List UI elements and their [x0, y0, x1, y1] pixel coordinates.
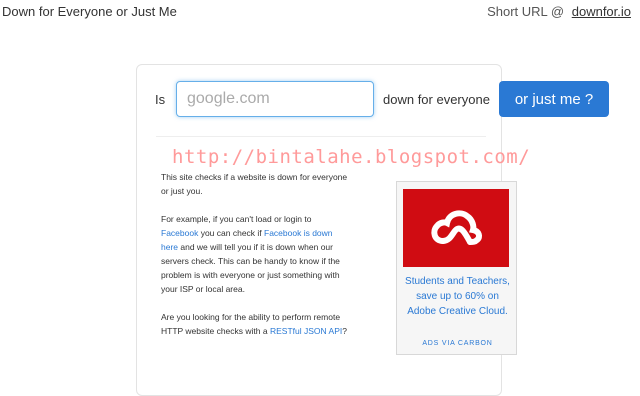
or-just-me-button[interactable]: or just me ?: [499, 81, 609, 117]
description-paragraph-3: Are you looking for the ability to perfo…: [161, 310, 349, 338]
is-label: Is: [155, 92, 166, 107]
divider: [156, 136, 486, 137]
p2-mid: you can check if: [198, 228, 265, 238]
facebook-link[interactable]: Facebook: [161, 228, 198, 238]
ad-credit[interactable]: ADS VIA CARBON: [397, 340, 518, 347]
p3-outro: ?: [342, 326, 347, 336]
adobe-creative-cloud-icon: [431, 210, 483, 245]
description-paragraph-2: For example, if you can't load or login …: [161, 212, 349, 296]
short-url-label: Short URL @: [487, 4, 565, 19]
site-title[interactable]: Down for Everyone or Just Me: [2, 4, 177, 19]
short-url-link[interactable]: downfor.io: [572, 4, 631, 19]
ad-image[interactable]: [403, 189, 509, 267]
json-api-link[interactable]: RESTful JSON API: [270, 326, 342, 336]
down-for-everyone-label: down for everyone: [383, 92, 490, 107]
ad-text[interactable]: Students and Teachers, save up to 60% on…: [401, 274, 514, 319]
description: This site checks if a website is down fo…: [161, 170, 349, 352]
description-paragraph-1: This site checks if a website is down fo…: [161, 172, 348, 196]
url-input[interactable]: [176, 81, 374, 117]
carbon-ad[interactable]: Students and Teachers, save up to 60% on…: [396, 181, 517, 355]
watermark-text: http://bintalahe.blogspot.com/: [172, 146, 531, 168]
p2-intro: For example, if you can't load or login …: [161, 214, 312, 224]
p2-outro: and we will tell you if it is down when …: [161, 242, 340, 294]
short-url: Short URL @ downfor.io: [487, 4, 631, 19]
